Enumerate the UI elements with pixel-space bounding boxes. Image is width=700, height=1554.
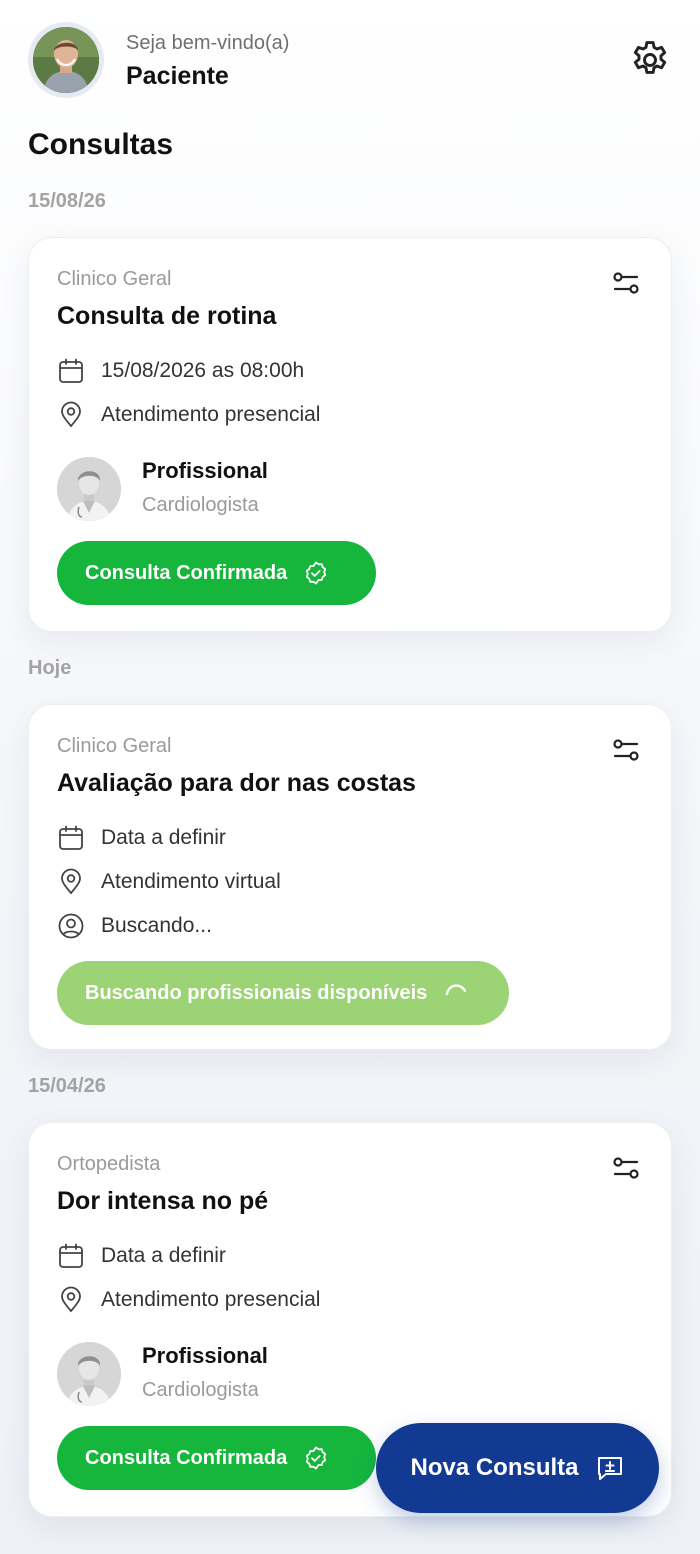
professional-specialty: Cardiologista bbox=[142, 1379, 259, 1401]
schedule-row: Data a definir bbox=[57, 1241, 226, 1271]
mode-text: Atendimento virtual bbox=[101, 870, 281, 893]
specialty-label: Ortopedista bbox=[57, 1153, 161, 1175]
calendar-icon bbox=[57, 1242, 85, 1270]
mode-row: Atendimento virtual bbox=[57, 867, 281, 897]
schedule-text: 15/08/2026 as 08:00h bbox=[101, 359, 305, 382]
professional-name: Profissional bbox=[142, 1343, 268, 1368]
status-label: Consulta Confirmada bbox=[85, 561, 288, 584]
mode-row: Atendimento presencial bbox=[57, 1285, 320, 1315]
header: Seja bem-vindo(a) Paciente bbox=[28, 22, 672, 100]
professional-specialty: Cardiologista bbox=[142, 494, 259, 516]
schedule-row: 15/08/2026 as 08:00h bbox=[57, 356, 304, 386]
doctor-avatar bbox=[57, 1342, 121, 1406]
verified-check-icon bbox=[303, 1445, 329, 1471]
new-message-icon bbox=[595, 1453, 625, 1483]
schedule-text: Data a definir bbox=[101, 826, 226, 849]
calendar-icon bbox=[57, 824, 85, 852]
professional-search-row: Buscando... bbox=[57, 911, 212, 941]
calendar-icon bbox=[57, 357, 85, 385]
mode-text: Atendimento presencial bbox=[101, 1288, 321, 1311]
doctor-avatar bbox=[57, 457, 121, 521]
appointment-title: Avaliação para dor nas costas bbox=[57, 769, 416, 797]
options-icon[interactable] bbox=[611, 1153, 641, 1183]
user-name: Paciente bbox=[126, 62, 229, 90]
avatar[interactable] bbox=[28, 22, 104, 98]
page-title: Consultas bbox=[28, 128, 174, 161]
mode-row: Atendimento presencial bbox=[57, 400, 320, 430]
mode-text: Atendimento presencial bbox=[101, 403, 321, 426]
schedule-text: Data a definir bbox=[101, 1244, 226, 1267]
verified-check-icon bbox=[303, 560, 329, 586]
date-label: Hoje bbox=[28, 657, 72, 679]
appointment-title: Dor intensa no pé bbox=[57, 1187, 269, 1215]
loading-spinner-icon bbox=[443, 980, 469, 1006]
status-searching-button[interactable]: Buscando profissionais disponíveis bbox=[57, 961, 509, 1025]
professional-name: Profissional bbox=[142, 458, 268, 483]
date-label: 15/08/26 bbox=[28, 190, 106, 212]
new-consultation-button[interactable]: Nova Consulta bbox=[376, 1423, 659, 1513]
appointment-card[interactable]: Clinico Geral Avaliação para dor nas cos… bbox=[28, 704, 672, 1050]
specialty-label: Clinico Geral bbox=[57, 735, 172, 757]
user-photo bbox=[33, 27, 99, 93]
status-confirmed-button[interactable]: Consulta Confirmada bbox=[57, 541, 376, 605]
user-circle-icon bbox=[57, 912, 85, 940]
options-icon[interactable] bbox=[611, 735, 641, 765]
appointment-title: Consulta de rotina bbox=[57, 302, 277, 330]
date-label: 15/04/26 bbox=[28, 1075, 106, 1097]
specialty-label: Clinico Geral bbox=[57, 268, 172, 290]
schedule-row: Data a definir bbox=[57, 823, 226, 853]
fab-label: Nova Consulta bbox=[410, 1454, 579, 1481]
location-pin-icon bbox=[57, 868, 85, 896]
status-label: Consulta Confirmada bbox=[85, 1446, 288, 1469]
gear-icon[interactable] bbox=[628, 38, 672, 82]
welcome-text: Seja bem-vindo(a) bbox=[126, 32, 290, 54]
professional-search-text: Buscando... bbox=[101, 914, 212, 937]
status-label: Buscando profissionais disponíveis bbox=[85, 981, 428, 1004]
options-icon[interactable] bbox=[611, 268, 641, 298]
appointment-card[interactable]: Clinico Geral Consulta de rotina 15/08/2… bbox=[28, 237, 672, 632]
location-pin-icon bbox=[57, 401, 85, 429]
location-pin-icon bbox=[57, 1286, 85, 1314]
status-confirmed-button[interactable]: Consulta Confirmada bbox=[57, 1426, 376, 1490]
